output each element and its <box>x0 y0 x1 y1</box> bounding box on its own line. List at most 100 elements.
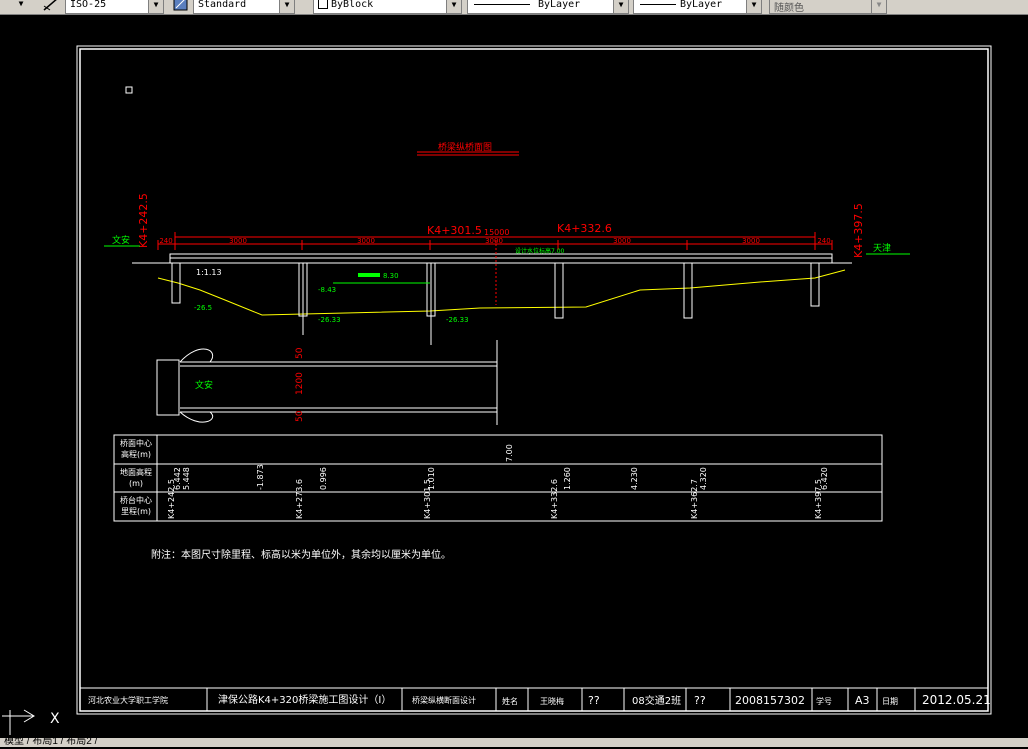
profile-table <box>113 434 883 522</box>
ground-elev: 5.448 <box>182 467 191 490</box>
field-label: 日期 <box>882 697 898 706</box>
plotstyle-select[interactable]: 随颜色 ▼ <box>769 0 887 14</box>
drawing-title: 桥梁纵桥面图 <box>438 141 492 153</box>
plan-dimensions: 50 1200 50 <box>295 347 305 422</box>
linetype-value: ByLayer <box>538 0 581 10</box>
title-block-frame <box>79 687 989 712</box>
student-number: 2008157302 <box>735 694 805 707</box>
ground-profile-line <box>157 269 846 316</box>
elevation-label: -8.43 <box>318 286 336 294</box>
lineweight-select[interactable]: ByLayer ▼ <box>633 0 762 14</box>
row-label: 桥面中心 <box>120 438 152 448</box>
field-label: 学号 <box>816 696 832 706</box>
level-marker <box>358 273 380 277</box>
chainage-mid2-label: K4+332.6 <box>557 222 612 235</box>
chainage: K4+362.7 <box>690 479 699 519</box>
bridge-elev-value: 7.00 <box>505 444 514 462</box>
layout-tabs: 模型 / 布局1 / 布局2 / <box>0 736 1028 747</box>
elevation-label: -26.33 <box>318 316 341 324</box>
chainage: K4+397.5 <box>814 479 823 519</box>
class-name: 08交通2班 <box>632 694 681 707</box>
dimstyle-select[interactable]: ISO-25 ▼ <box>65 0 164 14</box>
properties-toolbar: ▼ ISO-25 ▼ Standard ▼ ByBlock ▼ ByLayer … <box>0 0 1028 15</box>
ground-elev-values: 6.442 5.448 -1.873 0.996 1.010 1.260 4.2… <box>173 464 829 490</box>
chainage-values: K4+242.5 K4+273.6 K4+301.5 K4+332.6 K4+3… <box>167 479 823 519</box>
row-label: 地面高程 <box>120 467 152 477</box>
lineweight-value: ByLayer <box>680 0 723 10</box>
ground-elev: 1.260 <box>563 467 572 490</box>
school-name: 河北农业大学职工学院 <box>88 695 168 705</box>
plan-dim: 50 <box>295 347 305 359</box>
color-select[interactable]: ByBlock ▼ <box>313 0 462 14</box>
town-left-label: 文安 <box>112 234 130 246</box>
field-value: ?? <box>588 694 600 707</box>
linetype-sample-icon <box>474 4 530 5</box>
lineweight-sample-icon <box>640 4 676 5</box>
plotstyle-value: 随颜色 <box>774 3 804 14</box>
chevron-down-icon: ▼ <box>746 0 761 13</box>
span-length: 240 <box>159 237 172 245</box>
level-label: 8.30 <box>383 272 399 280</box>
field-value: ?? <box>694 694 706 707</box>
designer-name: 王晓梅 <box>540 696 564 706</box>
chainage-right-label: K4+397.5 <box>852 203 865 258</box>
ground-elev: 0.996 <box>319 467 328 490</box>
dimstyle-icon <box>43 0 57 11</box>
chainage-left-label: K4+242.5 <box>137 193 150 248</box>
ucs-x-label: X <box>50 711 60 727</box>
span-length: 240 <box>817 237 830 245</box>
chainage: K4+332.6 <box>550 479 559 519</box>
color-swatch-icon <box>318 0 328 9</box>
chevron-down-icon: ▼ <box>871 0 886 13</box>
field-label: 姓名 <box>502 696 518 706</box>
span-length: 3000 <box>613 237 631 245</box>
chevron-down-icon: ▼ <box>14 0 28 12</box>
drawing-canvas[interactable]: 桥梁纵桥面图 K4+242.5 K4+397.5 K4+301.5 K4+332… <box>0 14 1028 738</box>
chevron-down-icon: ▼ <box>279 0 294 13</box>
textstyle-icon <box>173 0 188 11</box>
ground-elev: 4.230 <box>630 467 639 490</box>
drawing-note: 附注：本图尺寸除里程、标高以米为单位外，其余均以厘米为单位。 <box>151 548 451 561</box>
ground-elev: -1.873 <box>256 464 265 490</box>
row-label: 里程(m) <box>121 507 151 516</box>
chainage: K4+242.5 <box>167 479 176 519</box>
color-value: ByBlock <box>331 0 374 10</box>
project-name: 津保公路K4+320桥梁施工图设计（I） <box>218 693 391 706</box>
span-length: 3000 <box>485 237 503 245</box>
span-length: 3000 <box>229 237 247 245</box>
textstyle-value: Standard <box>198 0 247 10</box>
table-labels: 桥面中心 高程(m) 地面高程 (m) 桥台中心 里程(m) <box>120 438 152 516</box>
point-marker <box>125 86 133 94</box>
drawing-date: 2012.05.21 <box>922 693 991 707</box>
textstyle-select[interactable]: Standard ▼ <box>193 0 295 14</box>
span-length: 3000 <box>357 237 375 245</box>
sheet-size: A3 <box>855 694 870 707</box>
chevron-down-icon: ▼ <box>148 0 163 13</box>
ucs-icon <box>2 709 35 735</box>
row-label: (m) <box>129 479 143 488</box>
sheet-outer-border <box>76 45 992 715</box>
title-block-text: 河北农业大学职工学院 津保公路K4+320桥梁施工图设计（I） 桥梁纵横断面设计… <box>88 693 991 707</box>
sheet-name: 桥梁纵横断面设计 <box>412 695 476 705</box>
linetype-select[interactable]: ByLayer ▼ <box>467 0 629 14</box>
chainage: K4+273.6 <box>295 479 304 519</box>
water-level-label: 设计水位标高7.00 <box>515 247 565 255</box>
row-label: 高程(m) <box>121 449 151 459</box>
dimstyle-value: ISO-25 <box>70 0 107 10</box>
total-length-label: 15000 <box>484 228 509 237</box>
plan-dim: 50 <box>295 410 305 422</box>
row-label: 桥台中心 <box>120 495 152 505</box>
sheet-inner-border <box>79 48 989 712</box>
chainage-mid1-label: K4+301.5 <box>427 224 482 237</box>
chevron-down-icon: ▼ <box>613 0 628 13</box>
plan-town-label: 文安 <box>195 379 213 391</box>
elevation-label: -26.33 <box>446 316 469 324</box>
chevron-down-icon: ▼ <box>446 0 461 13</box>
chainage: K4+301.5 <box>423 479 432 519</box>
dropdown-arrow-left[interactable]: ▼ <box>0 0 30 12</box>
elevation-label: -26.5 <box>194 304 212 312</box>
ground-elev: 4.320 <box>699 467 708 490</box>
plan-dim: 1200 <box>295 372 305 395</box>
span-length: 3000 <box>742 237 760 245</box>
town-right-label: 天津 <box>873 243 891 254</box>
